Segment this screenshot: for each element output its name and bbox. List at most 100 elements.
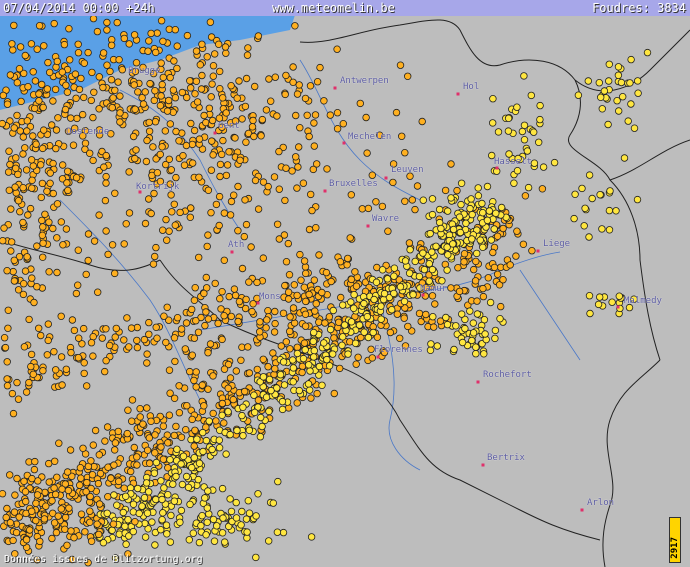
lightning-strike xyxy=(293,90,302,98)
lightning-strike xyxy=(145,434,153,442)
lightning-strike xyxy=(396,283,405,291)
lightning-strike xyxy=(125,343,133,351)
lightning-strike xyxy=(520,135,529,144)
lightning-strike xyxy=(528,246,536,255)
lightning-strike xyxy=(188,351,196,359)
lightning-strike xyxy=(234,317,242,326)
lightning-strike xyxy=(355,321,364,329)
city-liege: Liege xyxy=(543,239,571,249)
lightning-strike xyxy=(252,512,260,520)
city-bertrix: Bertrix xyxy=(487,453,525,463)
lightning-strike xyxy=(57,505,65,513)
lightning-strike xyxy=(152,243,160,252)
lightning-strike xyxy=(259,355,267,363)
lightning-strike xyxy=(281,281,289,290)
lightning-strike xyxy=(491,334,499,343)
lightning-strike xyxy=(26,526,34,534)
lightning-strike xyxy=(20,280,28,288)
lightning-strike xyxy=(428,248,436,256)
lightning-strike xyxy=(53,200,62,208)
lightning-strike xyxy=(456,228,465,237)
lightning-strike xyxy=(220,256,228,264)
lightning-strike xyxy=(125,40,133,48)
lightning-strike xyxy=(398,132,406,140)
lightning-strike xyxy=(102,325,110,333)
lightning-strike xyxy=(291,22,299,30)
lightning-strike xyxy=(36,537,44,546)
lightning-strike xyxy=(295,143,303,151)
lightning-strike xyxy=(536,115,544,124)
lightning-strike xyxy=(313,77,322,86)
lightning-strike xyxy=(378,202,387,211)
lightning-strike xyxy=(41,210,49,218)
lightning-strike xyxy=(57,353,66,361)
lightning-strike xyxy=(469,319,477,327)
lightning-strike xyxy=(539,163,548,171)
lightning-strike xyxy=(14,395,23,403)
lightning-strike xyxy=(166,73,174,82)
lightning-strike xyxy=(107,75,116,84)
lightning-strike xyxy=(80,59,88,67)
lightning-strike xyxy=(265,375,274,384)
lightning-strike xyxy=(205,417,213,425)
lightning-strike xyxy=(282,258,291,266)
lightning-strike xyxy=(4,306,12,314)
lightning-strike xyxy=(145,118,153,127)
lightning-strike xyxy=(218,529,227,537)
lightning-strike xyxy=(504,114,513,122)
lightning-strike xyxy=(206,18,215,26)
lightning-strike xyxy=(420,265,429,274)
lightning-strike xyxy=(22,536,31,544)
lightning-strike xyxy=(485,207,494,215)
lightning-strike xyxy=(109,94,117,102)
period-label: 07/04/2014 00:00 +24h xyxy=(3,1,155,15)
lightning-strike xyxy=(38,179,47,188)
lightning-strike xyxy=(144,47,152,55)
lightning-strike xyxy=(256,433,265,441)
lightning-strike xyxy=(249,300,257,308)
lightning-strike xyxy=(396,334,404,342)
lightning-strike xyxy=(210,537,219,545)
lightning-strike xyxy=(436,218,444,227)
lightning-strike xyxy=(114,477,123,486)
lightning-strike xyxy=(28,176,36,184)
lightning-strike xyxy=(39,253,47,261)
lightning-strike xyxy=(428,210,437,219)
lightning-strike xyxy=(384,227,392,235)
lightning-strike xyxy=(570,214,578,223)
lightning-strike xyxy=(44,320,52,328)
lightning-strike xyxy=(81,528,89,536)
lightning-strike xyxy=(158,80,166,89)
lightning-strike xyxy=(271,307,279,316)
lightning-strike xyxy=(95,451,103,459)
lightning-strike xyxy=(242,220,251,229)
lightning-strike xyxy=(91,426,100,435)
lightning-strike xyxy=(215,67,224,76)
lightning-strike xyxy=(368,354,376,362)
lightning-strike xyxy=(293,184,301,192)
lightning-strike xyxy=(504,127,513,135)
lightning-strike xyxy=(49,97,57,105)
lightning-strike xyxy=(379,295,388,304)
lightning-strike xyxy=(89,441,97,449)
lightning-strike xyxy=(586,309,594,318)
lightning-strike xyxy=(227,507,236,516)
lightning-strike xyxy=(162,236,171,244)
lightning-strike xyxy=(497,302,505,311)
lightning-strike xyxy=(89,156,97,165)
lightning-strike xyxy=(468,235,476,243)
lightning-strike xyxy=(301,310,310,318)
lightning-strike xyxy=(305,132,313,141)
lightning-strike xyxy=(536,101,544,110)
lightning-strike xyxy=(204,385,212,393)
lightning-strike xyxy=(66,114,75,122)
lightning-strike xyxy=(51,85,60,94)
lightning-strike xyxy=(214,40,223,48)
lightning-strike xyxy=(211,279,219,288)
lightning-strike xyxy=(321,319,329,327)
lightning-strike xyxy=(159,37,167,45)
lightning-strike xyxy=(113,501,121,509)
lightning-strike xyxy=(27,40,36,48)
lightning-strike xyxy=(605,60,613,69)
lightning-strike xyxy=(510,179,518,187)
